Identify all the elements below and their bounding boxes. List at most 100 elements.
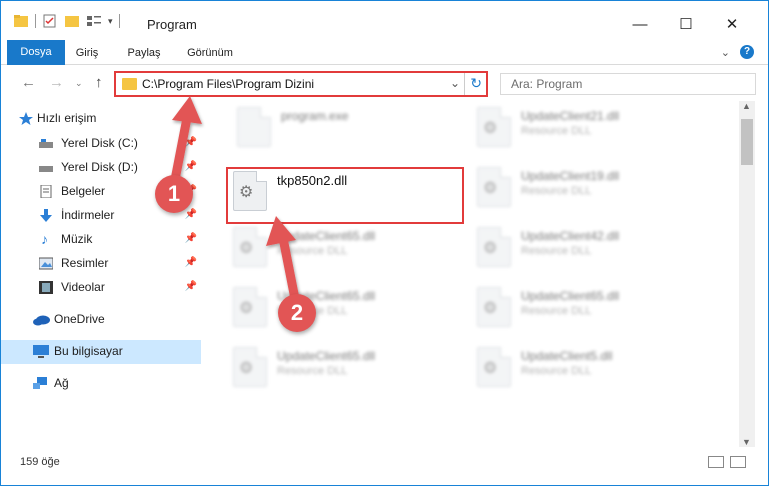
file-item[interactable]: ⚙ UpdateClient5.dll Resource DLL: [473, 343, 703, 395]
music-icon: ♪: [41, 231, 48, 247]
computer-icon: [33, 345, 49, 358]
network-icon: [33, 377, 47, 389]
file-name: UpdateClient65.dll: [277, 349, 376, 363]
pin-icon[interactable]: 📌: [185, 209, 197, 220]
sidebar-item-videos[interactable]: Videolar 📌: [1, 276, 201, 300]
sidebar-item-label: Belgeler: [61, 184, 106, 198]
gear-icon: ⚙: [239, 240, 254, 257]
gear-icon: ⚙: [483, 300, 498, 317]
sidebar-item-quick-access[interactable]: Hızlı erişim: [1, 107, 201, 131]
item-count: 159 öğe: [20, 456, 60, 468]
sidebar-item-network[interactable]: Ağ: [1, 372, 201, 396]
star-icon: [19, 112, 33, 125]
sidebar-item-label: Yerel Disk (C:): [61, 136, 138, 150]
chevron-down-icon[interactable]: ▾: [108, 16, 113, 27]
sidebar-item-music[interactable]: ♪ Müzik 📌: [1, 228, 201, 252]
properties-icon[interactable]: [42, 14, 58, 28]
up-arrow-icon[interactable]: ↑: [95, 74, 103, 91]
pin-icon[interactable]: 📌: [185, 257, 197, 268]
ribbon-controls: ⌄ ?: [721, 45, 754, 59]
tab-share[interactable]: Paylaş: [121, 41, 167, 65]
cloud-icon: [33, 315, 50, 326]
gear-icon: ⚙: [239, 360, 254, 377]
sidebar-item-label: Yerel Disk (D:): [61, 160, 138, 174]
file-name: UpdateClient5.dll: [521, 349, 613, 363]
scroll-down-icon[interactable]: ▼: [742, 437, 751, 447]
sidebar-item-label: Resimler: [61, 256, 109, 270]
file-item[interactable]: ⚙ UpdateClient21.dll Resource DLL: [473, 103, 703, 155]
tab-view[interactable]: Görünüm: [179, 41, 241, 65]
tab-home[interactable]: Giriş: [65, 41, 109, 65]
back-arrow-icon[interactable]: ←: [21, 74, 36, 91]
file-list: program.exe ⚙ UpdateClient21.dll Resourc…: [207, 101, 739, 447]
file-item[interactable]: ⚙ UpdateClient65.dll Resource DLL: [229, 223, 459, 275]
file-type: Resource DLL: [277, 245, 348, 257]
file-highlight-box: [226, 167, 464, 224]
title-bar: ▾ Program — ☐ ✕: [1, 1, 768, 39]
toolbar-divider: [35, 14, 36, 28]
sidebar-item-disk-c[interactable]: Yerel Disk (C:) 📌: [1, 132, 201, 156]
file-name: UpdateClient21.dll: [521, 109, 620, 123]
pin-icon[interactable]: 📌: [185, 137, 197, 148]
file-item[interactable]: ⚙ UpdateClient42.dll Resource DLL: [473, 223, 703, 275]
ribbon: Dosya Giriş Paylaş Görünüm ⌄ ?: [1, 39, 768, 65]
maximize-button[interactable]: ☐: [663, 9, 709, 39]
pictures-icon: [39, 257, 53, 270]
search-placeholder: Ara: Program: [511, 77, 583, 91]
file-type: Resource DLL: [521, 365, 592, 377]
scroll-thumb[interactable]: [741, 119, 753, 165]
sidebar-item-label: Videolar: [61, 280, 105, 294]
pin-icon[interactable]: 📌: [185, 281, 197, 292]
file-type: Resource DLL: [277, 365, 348, 377]
address-bar[interactable]: C:\Program Files\Program Dizini ⌄ ↻: [114, 71, 488, 97]
search-input[interactable]: Ara: Program: [500, 73, 756, 95]
refresh-icon[interactable]: ↻: [470, 75, 482, 92]
gear-icon: ⚙: [483, 120, 498, 137]
file-name: UpdateClient42.dll: [521, 229, 620, 243]
help-icon[interactable]: ?: [740, 45, 754, 59]
gear-icon: ⚙: [483, 180, 498, 197]
chevron-down-icon[interactable]: ⌄: [450, 76, 460, 90]
file-item[interactable]: program.exe: [233, 103, 463, 155]
new-folder-icon[interactable]: [64, 14, 80, 28]
sidebar-item-label: OneDrive: [54, 312, 105, 326]
file-item[interactable]: ⚙ UpdateClient65.dll Resource DLL: [229, 283, 459, 335]
file-type: Resource DLL: [521, 305, 592, 317]
tab-file[interactable]: Dosya: [7, 40, 65, 65]
sidebar-item-label: İndirmeler: [61, 208, 115, 222]
file-item[interactable]: ⚙ UpdateClient65.dll Resource DLL: [473, 283, 703, 335]
pin-icon[interactable]: 📌: [185, 161, 197, 172]
sidebar-item-this-pc[interactable]: Bu bilgisayar: [1, 340, 201, 364]
large-icons-view-icon[interactable]: [730, 456, 746, 468]
recent-locations-icon[interactable]: ⌄: [75, 78, 83, 89]
gear-icon: ⚙: [239, 300, 254, 317]
documents-icon: [40, 185, 52, 198]
status-bar: 159 öğe: [1, 447, 768, 485]
chevron-down-icon[interactable]: ⌄: [721, 46, 730, 59]
file-name: program.exe: [281, 109, 349, 123]
sidebar-item-pictures[interactable]: Resimler 📌: [1, 252, 201, 276]
scroll-up-icon[interactable]: ▲: [742, 101, 751, 111]
drive-icon: [39, 139, 53, 148]
pin-icon[interactable]: 📌: [185, 233, 197, 244]
file-type: Resource DLL: [521, 185, 592, 197]
folder-icon: [122, 78, 137, 90]
vertical-scrollbar[interactable]: ▲ ▼: [739, 101, 755, 447]
address-path[interactable]: C:\Program Files\Program Dizini: [142, 77, 314, 91]
sidebar-item-label: Müzik: [61, 232, 93, 246]
address-divider: [464, 73, 465, 95]
quick-access-toolbar: ▾: [13, 14, 120, 28]
minimize-button[interactable]: —: [617, 9, 663, 39]
file-item[interactable]: ⚙ UpdateClient19.dll Resource DLL: [473, 163, 703, 215]
file-item[interactable]: ⚙ UpdateClient65.dll Resource DLL: [229, 343, 459, 395]
folder-icon: [14, 15, 28, 27]
forward-arrow-icon[interactable]: →: [49, 74, 64, 91]
sidebar-item-label: Hızlı erişim: [37, 111, 97, 125]
sidebar-item-onedrive[interactable]: OneDrive: [1, 308, 201, 332]
video-icon: [39, 281, 53, 294]
close-button[interactable]: ✕: [709, 9, 755, 39]
download-icon: [40, 209, 52, 222]
details-view-icon[interactable]: [708, 456, 724, 468]
navigation-pane: Hızlı erişim Yerel Disk (C:) 📌 Yerel Dis…: [1, 101, 207, 447]
view-options-icon[interactable]: [86, 14, 102, 28]
